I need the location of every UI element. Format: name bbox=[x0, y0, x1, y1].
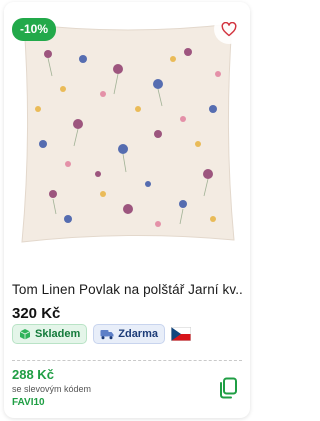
discount-badge: -10% bbox=[12, 18, 57, 41]
stock-badge: Skladem bbox=[12, 324, 88, 344]
box-icon bbox=[19, 329, 31, 340]
truck-icon bbox=[100, 329, 114, 339]
divider bbox=[12, 360, 242, 361]
copy-code-button[interactable] bbox=[215, 375, 241, 401]
heart-icon bbox=[221, 21, 237, 36]
discount-label: -10% bbox=[20, 22, 49, 36]
promo-code: FAVI10 bbox=[12, 397, 45, 408]
pillow-image bbox=[21, 23, 235, 243]
product-card[interactable]: -10% Tom Linen Povlak na polštář Jarní k… bbox=[4, 2, 250, 418]
promo-note: se slevovým kódem bbox=[12, 384, 92, 394]
czech-flag-icon bbox=[171, 327, 191, 341]
product-title[interactable]: Tom Linen Povlak na polštář Jarní kv... bbox=[12, 282, 244, 297]
product-image[interactable]: -10% bbox=[4, 2, 250, 264]
product-tags: Skladem Zdarma bbox=[12, 324, 191, 344]
promo-price: 288 Kč bbox=[12, 367, 54, 382]
shipping-badge: Zdarma bbox=[93, 324, 165, 344]
copy-icon bbox=[220, 377, 237, 399]
favorite-button[interactable] bbox=[214, 14, 244, 44]
shipping-label: Zdarma bbox=[118, 328, 158, 340]
product-price: 320 Kč bbox=[12, 305, 61, 322]
stock-label: Skladem bbox=[35, 328, 81, 340]
